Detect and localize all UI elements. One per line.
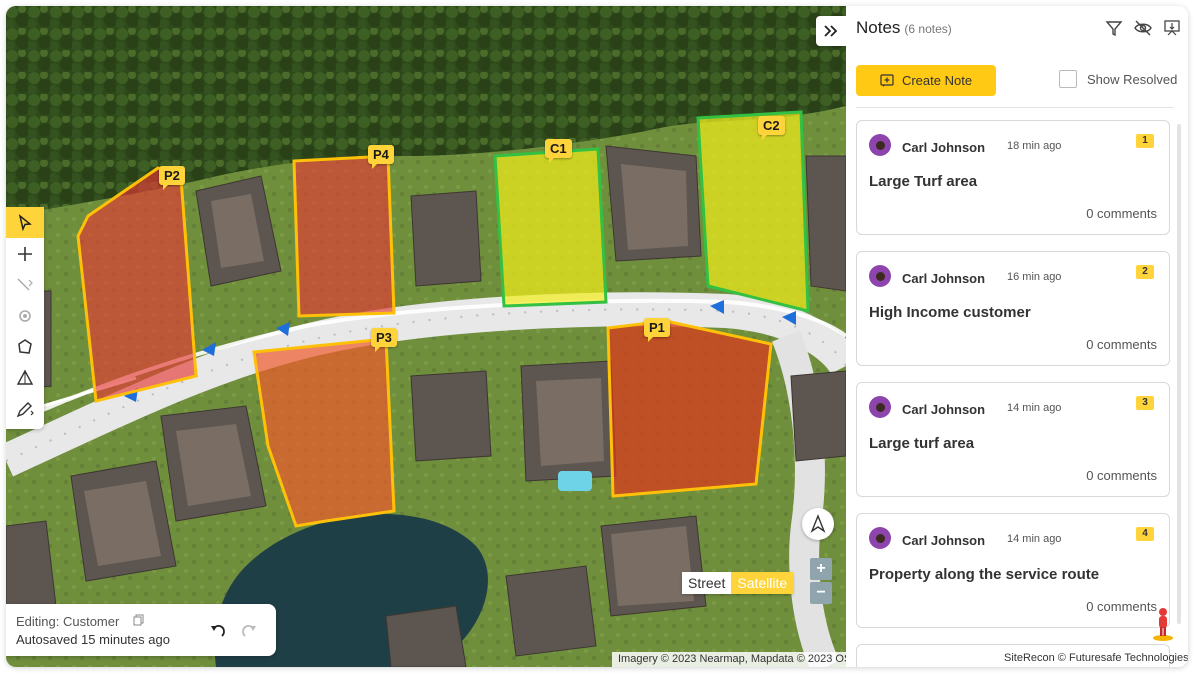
show-resolved-label: Show Resolved (1087, 71, 1178, 87)
avatar (869, 134, 891, 156)
note-author: Carl Johnson (902, 402, 986, 417)
notes-title: Notes (856, 18, 901, 37)
hide-icon[interactable] (1133, 18, 1153, 38)
edit-status-card: Editing: Customer Autosaved 15 minutes a… (6, 604, 276, 656)
avatar (869, 265, 891, 287)
measure-icon (16, 369, 34, 385)
note-body: Large Turf area (869, 173, 978, 190)
zoom-out-button[interactable]: − (810, 582, 832, 604)
note-body: High Income customer (869, 304, 1031, 321)
note-body: Large turf area (869, 435, 975, 452)
pen-icon (16, 401, 34, 417)
note-comments-link[interactable]: 0 comments (1086, 468, 1157, 483)
avatar (869, 396, 891, 418)
line-icon (17, 278, 33, 290)
parcel-tag-c1[interactable]: C1 (545, 139, 572, 163)
show-resolved-toggle[interactable]: Show Resolved (1059, 70, 1177, 88)
pegman-icon[interactable] (1151, 606, 1175, 642)
plus-icon (18, 246, 32, 261)
compass-button[interactable] (802, 508, 834, 540)
note-card[interactable]: Carl Johnson 14 min ago 3 Large turf are… (856, 382, 1170, 497)
note-number-badge: 2 (1136, 265, 1154, 279)
zoom-controls: + − (810, 558, 832, 606)
drawing-toolbar (6, 207, 44, 429)
note-card[interactable]: Carl Johnson 16 min ago 2 High Income cu… (856, 251, 1170, 366)
copy-icon[interactable] (133, 614, 145, 626)
draw-tool[interactable] (6, 393, 44, 424)
note-comments-link[interactable]: 0 comments (1086, 206, 1157, 221)
footer-credit: SiteRecon © Futuresafe Technologies (1004, 652, 1188, 664)
add-note-icon (880, 73, 894, 87)
note-number-badge: 4 (1136, 527, 1154, 541)
redo-icon[interactable] (239, 620, 259, 640)
note-number-badge: 3 (1136, 396, 1154, 410)
notes-scrollbar[interactable] (1177, 124, 1181, 624)
divider (856, 107, 1174, 108)
parcel-tag-p2[interactable]: P2 (159, 166, 185, 190)
note-card[interactable]: Carl Johnson 14 min ago 4 Property along… (856, 513, 1170, 628)
parcel-p4 (292, 154, 396, 318)
create-note-label: Create Note (901, 73, 973, 88)
note-time: 14 min ago (1007, 402, 1062, 414)
editing-layer-label: Editing: Customer (16, 614, 120, 629)
cursor-icon (18, 213, 32, 231)
notes-panel: Notes (6 notes) Create Note Show Resolved (846, 6, 1188, 667)
avatar (869, 527, 891, 549)
note-number-badge: 1 (1136, 134, 1154, 148)
note-author: Carl Johnson (902, 140, 986, 155)
note-time: 14 min ago (1007, 533, 1062, 545)
create-note-button[interactable]: Create Note (856, 65, 996, 96)
note-card[interactable]: Carl Johnson 18 min ago 1 Large Turf are… (856, 120, 1170, 235)
notes-list: Carl Johnson 18 min ago 1 Large Turf are… (856, 120, 1170, 667)
parcel-tag-p1[interactable]: P1 (644, 318, 670, 342)
street-view-option[interactable]: Street (682, 572, 732, 594)
autosave-status: Autosaved 15 minutes ago (16, 632, 170, 647)
note-comments-link[interactable]: 0 comments (1086, 599, 1157, 614)
panel-title: Notes (6 notes) (856, 18, 952, 38)
note-time: 18 min ago (1007, 140, 1062, 152)
map-view[interactable]: P2 P4 C1 C2 P3 P1 Street Satellite + − E… (6, 6, 846, 667)
polygon-tool[interactable] (6, 331, 44, 362)
compass-icon (810, 514, 826, 533)
export-icon[interactable] (1162, 18, 1182, 38)
parcel-tag-c2[interactable]: C2 (758, 116, 785, 140)
note-author: Carl Johnson (902, 271, 986, 286)
parcel-c2 (696, 110, 810, 313)
note-comments-link[interactable]: 0 comments (1086, 337, 1157, 352)
satellite-view-option[interactable]: Satellite (731, 572, 794, 594)
collapse-panel-button[interactable] (816, 16, 846, 46)
aerial-imagery (6, 6, 846, 667)
undo-icon[interactable] (208, 620, 228, 640)
parcel-c1 (493, 147, 608, 308)
circle-icon (19, 309, 31, 322)
zoom-in-button[interactable]: + (810, 558, 832, 580)
note-author: Carl Johnson (902, 533, 986, 548)
map-attribution: Imagery © 2023 Nearmap, Mapdata © 2023 O… (612, 652, 846, 667)
note-body: Property along the service route (869, 566, 1100, 583)
show-resolved-checkbox[interactable] (1059, 70, 1077, 88)
notes-count: (6 notes) (904, 22, 952, 36)
map-type-toggle: Street Satellite (682, 572, 794, 594)
parcel-tag-p4[interactable]: P4 (368, 145, 394, 169)
add-point-tool[interactable] (6, 238, 44, 269)
filter-icon[interactable] (1104, 18, 1124, 38)
measure-tool[interactable] (6, 362, 44, 393)
parcel-tag-p3[interactable]: P3 (371, 328, 397, 352)
double-chevron-right-icon (824, 25, 838, 37)
line-tool[interactable] (6, 269, 44, 300)
parcel-p1 (606, 319, 773, 498)
circle-tool[interactable] (6, 300, 44, 331)
app-window: P2 P4 C1 C2 P3 P1 Street Satellite + − E… (6, 6, 1188, 667)
select-tool[interactable] (6, 207, 44, 238)
polygon-icon (18, 338, 32, 354)
note-time: 16 min ago (1007, 271, 1062, 283)
